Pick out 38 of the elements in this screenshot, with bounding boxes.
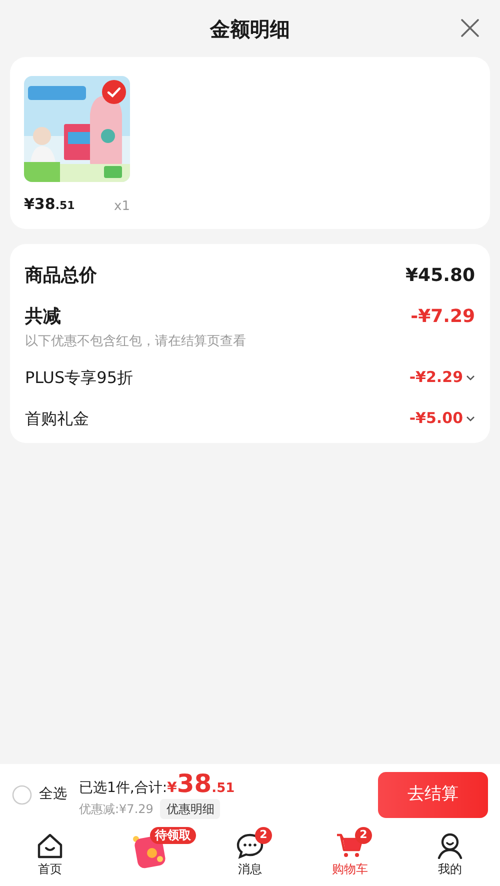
- chevron-down-icon: [466, 416, 475, 422]
- profile-icon: [437, 833, 463, 859]
- dialog-title: 金额明细: [210, 16, 290, 42]
- discount-label: 首购礼金: [25, 408, 89, 430]
- tab-item[interactable]: 首页: [0, 825, 100, 886]
- home-icon: [37, 833, 63, 859]
- discount-amount: -¥5.00: [409, 408, 463, 430]
- reward-badge: 待领取: [150, 827, 196, 844]
- tab-item[interactable]: 待领取: [100, 825, 200, 886]
- product-price: ¥38.51: [24, 194, 75, 215]
- tab-label: 购物车: [332, 861, 368, 878]
- tab-label: 消息: [238, 861, 262, 878]
- reduction-value: -¥7.29: [410, 305, 475, 329]
- checkout-button[interactable]: 去结算: [378, 772, 488, 818]
- discount-value[interactable]: -¥5.00: [409, 407, 475, 430]
- tab-label: 首页: [38, 861, 62, 878]
- tab-item[interactable]: 我的: [400, 825, 500, 886]
- check-icon: [102, 80, 126, 104]
- tab-item[interactable]: 2 消息: [200, 825, 300, 886]
- total-summary: 已选1件,合计:¥38.51: [79, 770, 235, 796]
- savings-text: 优惠减:¥7.29: [79, 800, 154, 818]
- quantity: x1: [114, 198, 130, 216]
- discount-label: PLUS专享95折: [25, 366, 133, 388]
- total-label: 商品总价: [25, 264, 97, 288]
- reduction-label: 共减: [25, 305, 61, 329]
- close-icon[interactable]: [460, 18, 480, 38]
- count-badge: 2: [355, 827, 372, 844]
- total-value: ¥45.80: [406, 264, 475, 288]
- select-all-checkbox[interactable]: [12, 784, 32, 804]
- discount-value[interactable]: -¥2.29: [409, 366, 475, 389]
- select-all-label[interactable]: 全选: [39, 784, 67, 805]
- count-badge: 2: [255, 827, 272, 844]
- tab-label: 我的: [438, 861, 462, 878]
- discount-details-button[interactable]: 优惠明细: [160, 798, 220, 818]
- reduction-note: 以下优惠不包含红包，请在结算页查看: [25, 333, 247, 351]
- discount-amount: -¥2.29: [409, 367, 463, 388]
- chevron-down-icon: [466, 374, 475, 380]
- tab-item[interactable]: 2 购物车: [300, 825, 400, 886]
